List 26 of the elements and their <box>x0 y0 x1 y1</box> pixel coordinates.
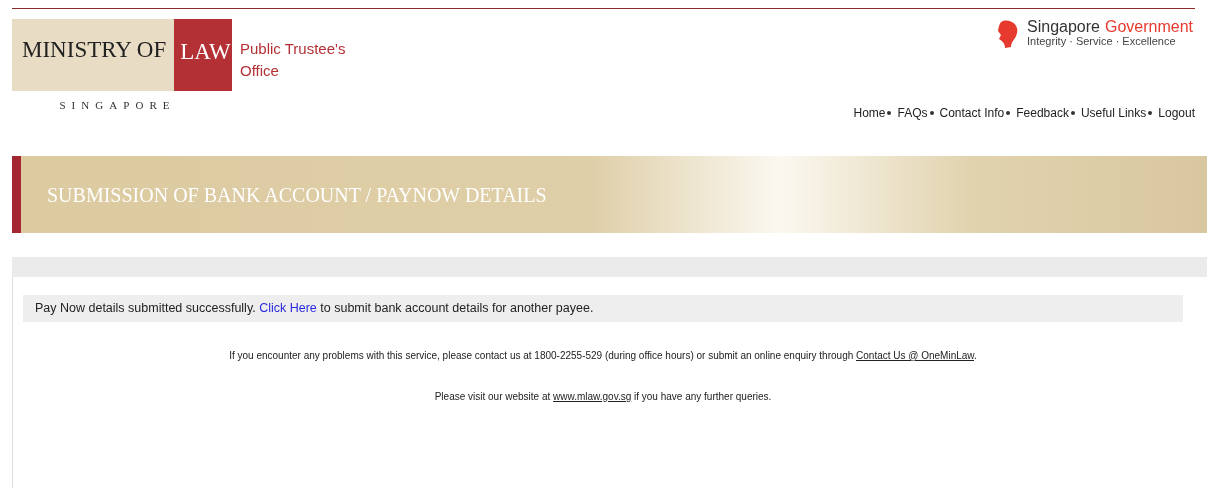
nav-link[interactable]: Logout <box>1158 104 1195 122</box>
country-text: SINGAPORE <box>59 98 176 113</box>
bullet-icon <box>887 111 892 115</box>
nav-link[interactable]: Home <box>853 104 886 122</box>
nav-link[interactable]: FAQs <box>897 104 928 122</box>
logo-text: MINISTRY OF <box>21 35 168 64</box>
bullet-icon <box>1070 111 1075 115</box>
office-name: Office <box>240 61 280 81</box>
bullet-icon <box>1148 111 1153 115</box>
info-note: Please visit our website at www.mlaw.gov.sg if you have any further queries. <box>433 389 773 404</box>
gov-name: Singapore <box>1027 20 1100 34</box>
gov-name: Government <box>1104 20 1193 34</box>
bullet-icon <box>1006 111 1011 115</box>
info-note: If you encounter any problems with this service, please contact us at 1800-2255-529 (during office hours) or submit an online enquiry through Contact Us @ OneMinLaw. <box>228 348 978 363</box>
bullet-icon <box>929 111 934 115</box>
nav-link[interactable]: Useful Links <box>1080 104 1147 122</box>
nav-link[interactable]: Feedback <box>1016 104 1069 122</box>
banner-title: SUBMISSION OF BANK ACCOUNT / PAYNOW DETAILS <box>47 182 547 208</box>
contact-link[interactable]: Contact Us @ OneMinLaw <box>856 349 974 361</box>
logo-text: LAW <box>174 19 231 91</box>
gov-tagline: Integrity · Service · Excellence <box>1027 35 1177 48</box>
success-message: Pay Now details submitted successfully. Click Here to submit bank account details for another payee. <box>23 295 1183 322</box>
office-name: Public Trustee's <box>240 39 346 59</box>
click-here-link[interactable]: Click Here <box>259 301 317 315</box>
website-link[interactable]: www.mlaw.gov.sg <box>553 390 632 402</box>
nav-link[interactable]: Contact Info <box>939 104 1005 122</box>
